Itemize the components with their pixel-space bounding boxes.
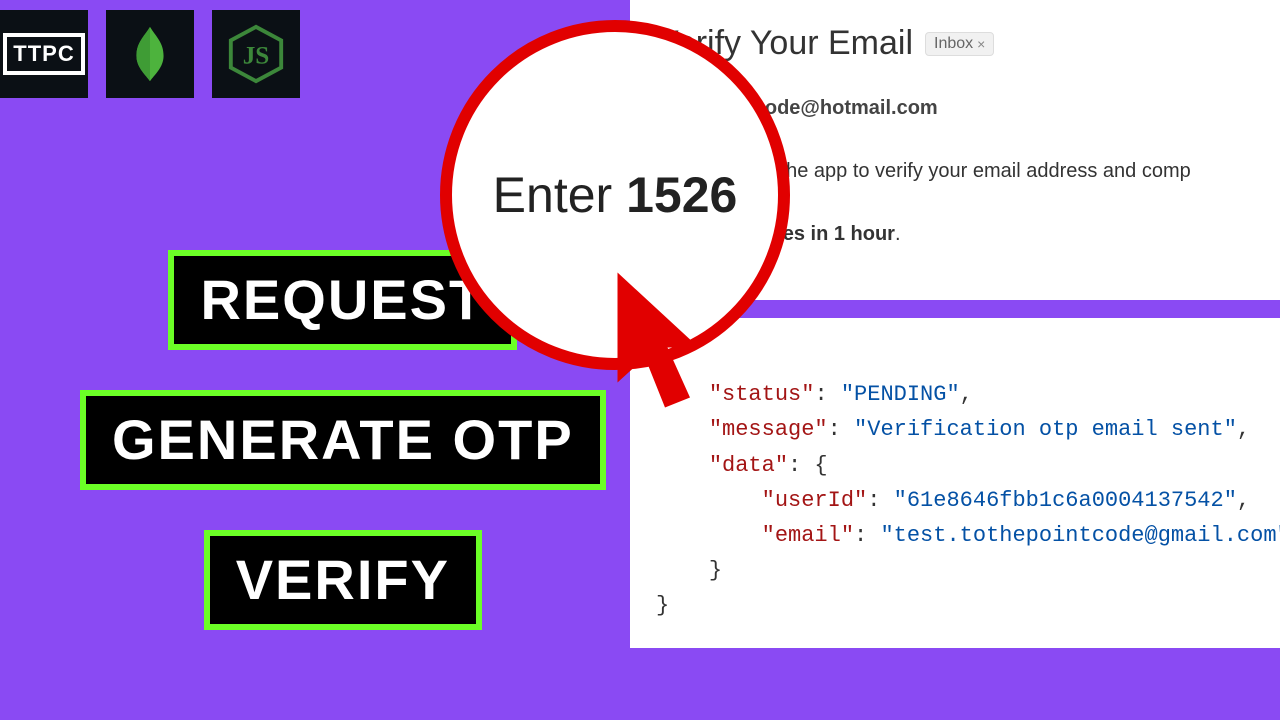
word-generate-otp: GENERATE OTP — [80, 390, 606, 490]
inbox-chip[interactable]: Inbox × — [925, 32, 994, 56]
ttpc-text: TTPC — [3, 33, 84, 75]
email-title: Verify Your Email Inbox × — [656, 24, 1254, 63]
nodejs-hex-icon: JS — [212, 10, 300, 98]
logo-row: TTPC JS — [0, 10, 300, 98]
ttpc-logo: TTPC — [0, 10, 88, 98]
callout-pre: Enter — [493, 166, 613, 224]
cursor-arrow-icon — [590, 260, 720, 410]
svg-text:JS: JS — [243, 43, 270, 70]
close-icon[interactable]: × — [977, 36, 985, 52]
mongodb-leaf-icon — [106, 10, 194, 98]
word-verify: VERIFY — [204, 530, 482, 630]
json-response-panel: { "status": "PENDING", "message": "Verif… — [630, 318, 1280, 648]
callout-code: 1526 — [626, 166, 737, 224]
inbox-chip-label: Inbox — [934, 35, 973, 53]
